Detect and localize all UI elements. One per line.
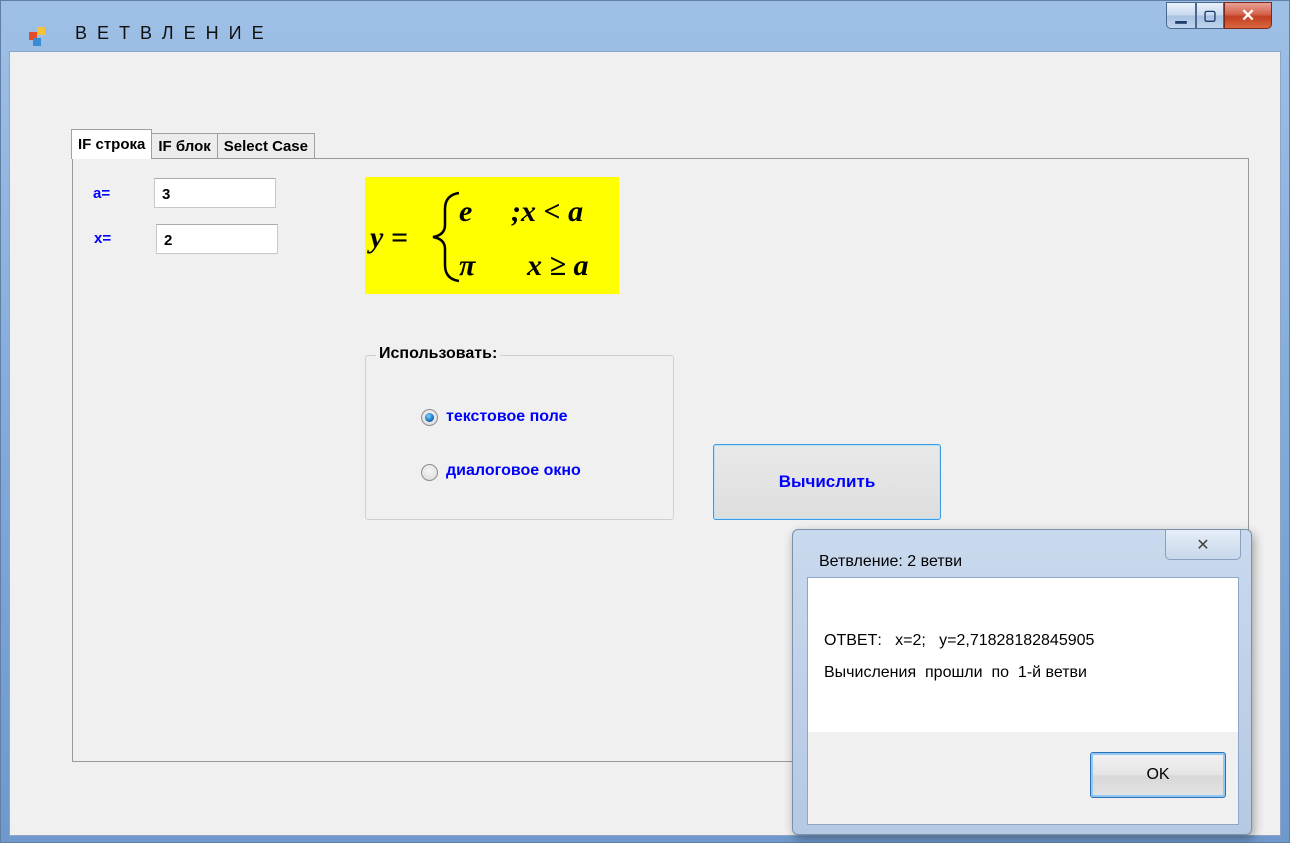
- formula-brace: [432, 191, 460, 283]
- caption-buttons: ▁ ▢ ✕: [1166, 2, 1272, 29]
- tab-select-case[interactable]: Select Case: [216, 133, 315, 159]
- radio-text-field[interactable]: [421, 409, 438, 426]
- message-answer-line: ОТВЕТ: x=2; y=2,71828182845905: [824, 632, 1095, 649]
- tab-if-line[interactable]: IF строка: [71, 129, 153, 159]
- message-box-close-button[interactable]: ✕: [1165, 530, 1241, 560]
- radio-dialog-window[interactable]: [421, 464, 438, 481]
- formula-row1-value: e: [459, 195, 472, 228]
- label-a: a=: [93, 185, 111, 202]
- window-title: ВЕТВЛЕНИЕ: [75, 23, 274, 43]
- formula-image: y = e ;x < a π x ≥ a: [365, 177, 619, 294]
- formula-row2-condition: x ≥ a: [526, 249, 588, 282]
- radio-selected-dot: [425, 413, 434, 422]
- formula-row2-value: π: [459, 249, 476, 282]
- input-a[interactable]: 3: [154, 178, 276, 208]
- radio-dialog-window-label[interactable]: диалоговое окно: [446, 462, 581, 480]
- formula-svg: y = e ;x < a π x ≥ a: [367, 191, 588, 283]
- label-x: x=: [94, 230, 112, 247]
- close-icon: ✕: [1196, 536, 1210, 554]
- formula-lhs: y =: [367, 221, 408, 254]
- calculate-button[interactable]: Вычислить: [713, 444, 941, 520]
- tab-if-block[interactable]: IF блок: [151, 133, 218, 159]
- minimize-button[interactable]: ▁: [1166, 2, 1196, 29]
- close-button[interactable]: ✕: [1224, 2, 1272, 29]
- tab-strip: IF строка IF блок Select Case: [71, 129, 315, 159]
- maximize-button[interactable]: ▢: [1196, 2, 1224, 29]
- maximize-icon: ▢: [1203, 7, 1217, 23]
- message-branch-line: Вычисления прошли по 1-й ветви: [824, 664, 1087, 681]
- formula-row1-condition: ;x < a: [511, 195, 583, 228]
- title-bar[interactable]: ВЕТВЛЕНИЕ ▁ ▢ ✕: [1, 1, 1289, 51]
- message-box: Ветвление: 2 ветви ✕ ОТВЕТ: x=2; y=2,718…: [792, 529, 1252, 835]
- input-x[interactable]: 2: [156, 224, 278, 254]
- radio-text-field-label[interactable]: текстовое поле: [446, 408, 567, 426]
- message-box-title: Ветвление: 2 ветви: [819, 553, 963, 570]
- ok-button[interactable]: OK: [1090, 752, 1226, 798]
- close-icon: ✕: [1240, 5, 1256, 25]
- app-icon: [29, 27, 49, 47]
- minimize-icon: ▁: [1175, 7, 1187, 23]
- message-box-footer: OK: [807, 732, 1239, 825]
- use-groupbox: [365, 355, 674, 520]
- groupbox-title: Использовать:: [376, 345, 501, 363]
- message-box-body: ОТВЕТ: x=2; y=2,71828182845905 Вычислени…: [807, 577, 1239, 733]
